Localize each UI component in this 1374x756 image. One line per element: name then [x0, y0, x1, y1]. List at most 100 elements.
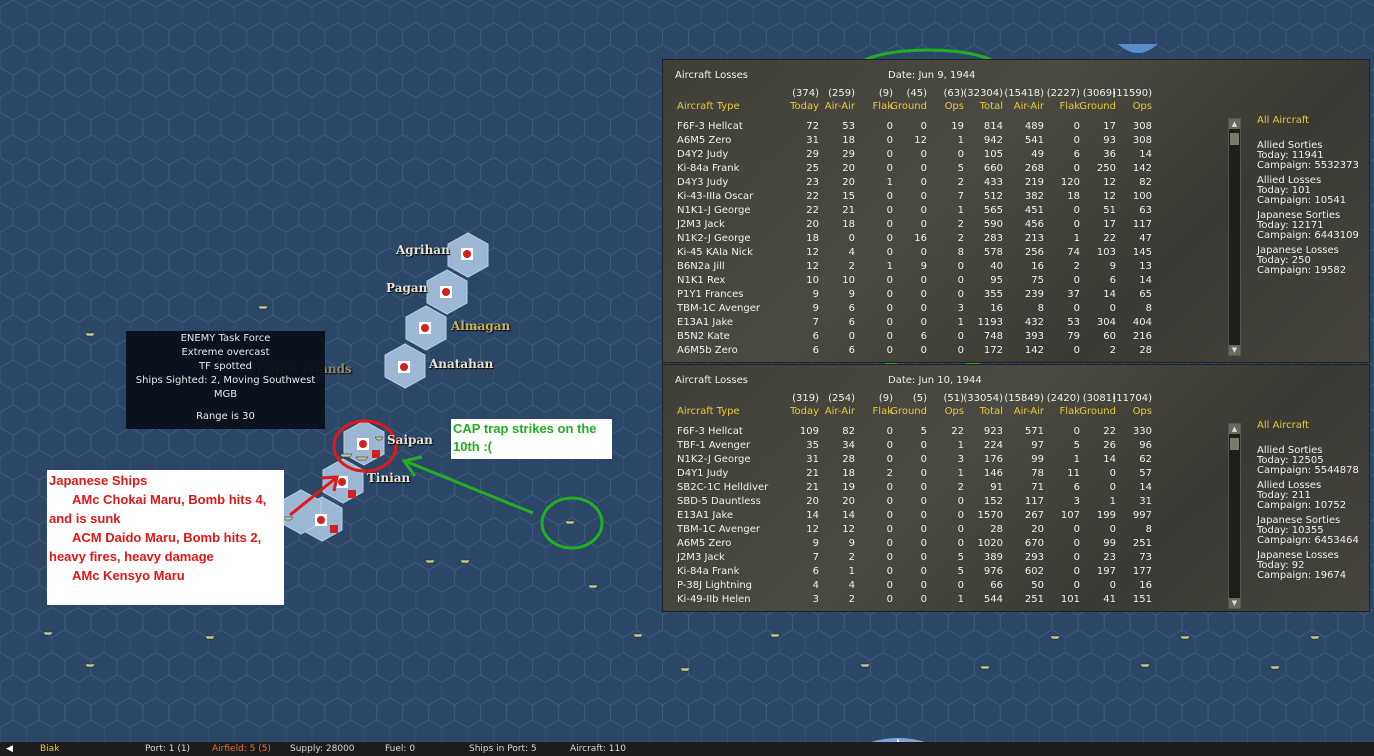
- column-header[interactable]: Air-Air: [815, 406, 855, 417]
- table-row[interactable]: D4Y1 Judy 21 18 2 0 1 146 78 11 0 57: [677, 467, 1237, 481]
- stat-block: Allied Sorties Today: 12505 Campaign: 5544…: [1257, 446, 1359, 476]
- table-row[interactable]: E13A1 Jake 14 14 0 0 0 1570 267 107 199 997: [677, 509, 1237, 523]
- column-header[interactable]: Today: [779, 406, 819, 417]
- column-header[interactable]: Air-Air: [1004, 101, 1044, 112]
- table-cell: 12: [1103, 177, 1116, 188]
- table-cell: 0: [957, 524, 964, 535]
- table-cell: 96: [1139, 440, 1152, 451]
- all-aircraft-link[interactable]: All Aircraft: [1257, 116, 1359, 126]
- table-row[interactable]: Ki-45 KAIa Nick 12 4 0 0 8 578 256 74 103 145: [677, 246, 1237, 260]
- column-header[interactable]: Air-Air: [1004, 406, 1044, 417]
- column-header[interactable]: Ops: [924, 406, 964, 417]
- table-row[interactable]: Ki-84a Frank 25 20 0 0 5 660 268 0 250 142: [677, 162, 1237, 176]
- table-cell: 0: [957, 261, 964, 272]
- table-cell: 0: [1073, 345, 1080, 356]
- status-base[interactable]: Biak: [40, 742, 59, 756]
- column-header[interactable]: Flak: [1040, 406, 1080, 417]
- table-cell: 451: [1024, 205, 1044, 216]
- table-row[interactable]: P1Y1 Frances 9 9 0 0 0 355 239 37 14 65: [677, 288, 1237, 302]
- table-row[interactable]: E13A1 Jake 7 6 0 0 1 1193 432 53 304 404: [677, 316, 1237, 330]
- column-header[interactable]: Aircraft Type: [677, 406, 740, 417]
- column-count: (259): [828, 88, 855, 99]
- table-cell: 433: [983, 177, 1003, 188]
- table-row[interactable]: F6F-3 Hellcat 72 53 0 0 19 814 489 0 17 308: [677, 120, 1237, 134]
- column-header[interactable]: Today: [779, 101, 819, 112]
- table-row[interactable]: B5N2 Kate 6 0 0 6 0 748 393 79 60 216: [677, 330, 1237, 344]
- panel-scrollbar[interactable]: ▲ ▼: [1228, 118, 1241, 356]
- column-header[interactable]: Ground: [887, 101, 927, 112]
- table-row[interactable]: D4Y2 Judy 29 29 0 0 0 105 49 6 36 14: [677, 148, 1237, 162]
- table-cell: 47: [1139, 233, 1152, 244]
- table-row[interactable]: SB2C-1C Helldiver 21 19 0 0 2 91 71 6 0 14: [677, 481, 1237, 495]
- table-cell: 660: [983, 163, 1003, 174]
- table-cell: 97: [1031, 440, 1044, 451]
- table-row[interactable]: N1K2-J George 18 0 0 16 2 283 213 1 22 47: [677, 232, 1237, 246]
- table-row[interactable]: A6M5b Zero 6 6 0 0 0 172 142 0 2 28: [677, 344, 1237, 358]
- table-row[interactable]: SBD-5 Dauntless 20 20 0 0 0 152 117 3 1 31: [677, 495, 1237, 509]
- table-cell: 109: [799, 426, 819, 437]
- column-header[interactable]: Ops: [924, 101, 964, 112]
- table-cell: 176: [983, 454, 1003, 465]
- table-row[interactable]: J2M3 Jack 7 2 0 0 5 389 293 0 23 73: [677, 551, 1237, 565]
- table-row[interactable]: J2M3 Jack 20 18 0 0 2 590 456 0 17 117: [677, 218, 1237, 232]
- arrow-icon[interactable]: ◀: [6, 742, 13, 756]
- table-row[interactable]: Ki-43-IIIa Oscar 22 15 0 0 7 512 382 18 12 100: [677, 190, 1237, 204]
- table-cell: 0: [1073, 538, 1080, 549]
- table-row[interactable]: D4Y3 Judy 23 20 1 0 2 433 219 120 12 82: [677, 176, 1237, 190]
- column-header[interactable]: Air-Air: [815, 101, 855, 112]
- table-cell: 6: [812, 331, 819, 342]
- tooltip-line: ENEMY Task Force: [180, 333, 271, 344]
- column-header[interactable]: Ops: [1112, 101, 1152, 112]
- table-row[interactable]: N1K1 Rex 10 10 0 0 0 95 75 0 6 14: [677, 274, 1237, 288]
- table-cell: 34: [842, 440, 855, 451]
- all-aircraft-link[interactable]: All Aircraft: [1257, 421, 1359, 431]
- stat-campaign: Campaign: 5544878: [1257, 465, 1359, 476]
- table-row[interactable]: N1K1-J George 22 21 0 0 1 565 451 0 51 63: [677, 204, 1237, 218]
- table-cell: 0: [920, 345, 927, 356]
- table-cell: 142: [1132, 163, 1152, 174]
- column-header[interactable]: Ground: [1076, 406, 1116, 417]
- table-row[interactable]: A6M5 Zero 31 18 0 12 1 942 541 0 93 308: [677, 134, 1237, 148]
- scroll-thumb[interactable]: [1230, 438, 1239, 450]
- scroll-up-icon[interactable]: ▲: [1229, 119, 1240, 129]
- column-header[interactable]: Flak: [1040, 101, 1080, 112]
- table-cell: 670: [1024, 538, 1044, 549]
- table-cell: 9: [848, 289, 855, 300]
- column-header[interactable]: Total: [963, 406, 1003, 417]
- table-cell: 578: [983, 247, 1003, 258]
- table-row[interactable]: B6N2a Jill 12 2 1 9 0 40 16 2 9 13: [677, 260, 1237, 274]
- table-row[interactable]: Ki-84a Frank 6 1 0 0 5 976 602 0 197 177: [677, 565, 1237, 579]
- table-cell: 93: [1103, 135, 1116, 146]
- table-row[interactable]: F6F-3 Hellcat 109 82 0 5 22 923 571 0 22 330: [677, 425, 1237, 439]
- table-row[interactable]: N1K2-J George 31 28 0 0 3 176 99 1 14 62: [677, 453, 1237, 467]
- scroll-down-icon[interactable]: ▼: [1229, 345, 1240, 355]
- table-row[interactable]: A6M5 Zero 9 9 0 0 0 1020 670 0 99 251: [677, 537, 1237, 551]
- table-row[interactable]: TBM-1C Avenger 9 6 0 0 3 16 8 0 0 8: [677, 302, 1237, 316]
- table-cell: 3: [1073, 496, 1080, 507]
- table-row[interactable]: TBM-1C Avenger 12 12 0 0 0 28 20 0 0 8: [677, 523, 1237, 537]
- table-cell: 0: [957, 149, 964, 160]
- table-cell: 9: [1109, 261, 1116, 272]
- scroll-down-icon[interactable]: ▼: [1229, 598, 1240, 608]
- table-cell: 20: [806, 219, 819, 230]
- scroll-up-icon[interactable]: ▲: [1229, 424, 1240, 434]
- table-cell: 103: [1096, 247, 1116, 258]
- table-cell: 16: [1139, 580, 1152, 591]
- column-header[interactable]: Ground: [1076, 101, 1116, 112]
- table-cell: 6: [1109, 275, 1116, 286]
- column-header[interactable]: Total: [963, 101, 1003, 112]
- table-row[interactable]: P-38J Lightning 4 4 0 0 0 66 50 0 0 16: [677, 579, 1237, 593]
- table-cell: 57: [1139, 468, 1152, 479]
- table-cell: 544: [983, 594, 1003, 605]
- table-row[interactable]: Ki-49-IIb Helen 3 2 0 0 1 544 251 101 41 151: [677, 593, 1237, 607]
- status-supply: Supply: 28000: [290, 744, 355, 754]
- table-row[interactable]: TBF-1 Avenger 35 34 0 0 1 224 97 5 26 96: [677, 439, 1237, 453]
- scroll-thumb[interactable]: [1230, 133, 1239, 145]
- table-cell: 74: [1067, 247, 1080, 258]
- column-header[interactable]: Ops: [1112, 406, 1152, 417]
- table-cell: 18: [806, 233, 819, 244]
- column-header[interactable]: Ground: [887, 406, 927, 417]
- column-header[interactable]: Aircraft Type: [677, 101, 740, 112]
- panel-scrollbar[interactable]: ▲ ▼: [1228, 423, 1241, 609]
- table-cell: 565: [983, 205, 1003, 216]
